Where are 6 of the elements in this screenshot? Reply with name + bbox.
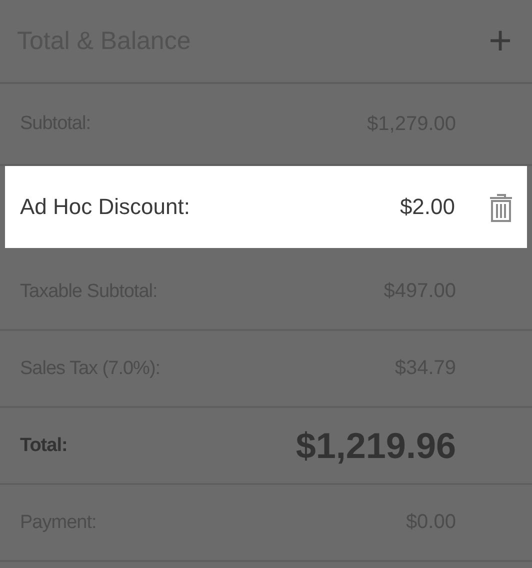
row-label: Ad Hoc Discount: [20, 194, 191, 220]
selected-row[interactable]: Ad Hoc Discount: $2.00 [5, 166, 527, 248]
row-value: $2.00 [400, 194, 455, 220]
row-value: $1,219.96 [296, 424, 456, 466]
row-label: Total: [20, 434, 68, 456]
trash-icon[interactable] [489, 192, 513, 222]
